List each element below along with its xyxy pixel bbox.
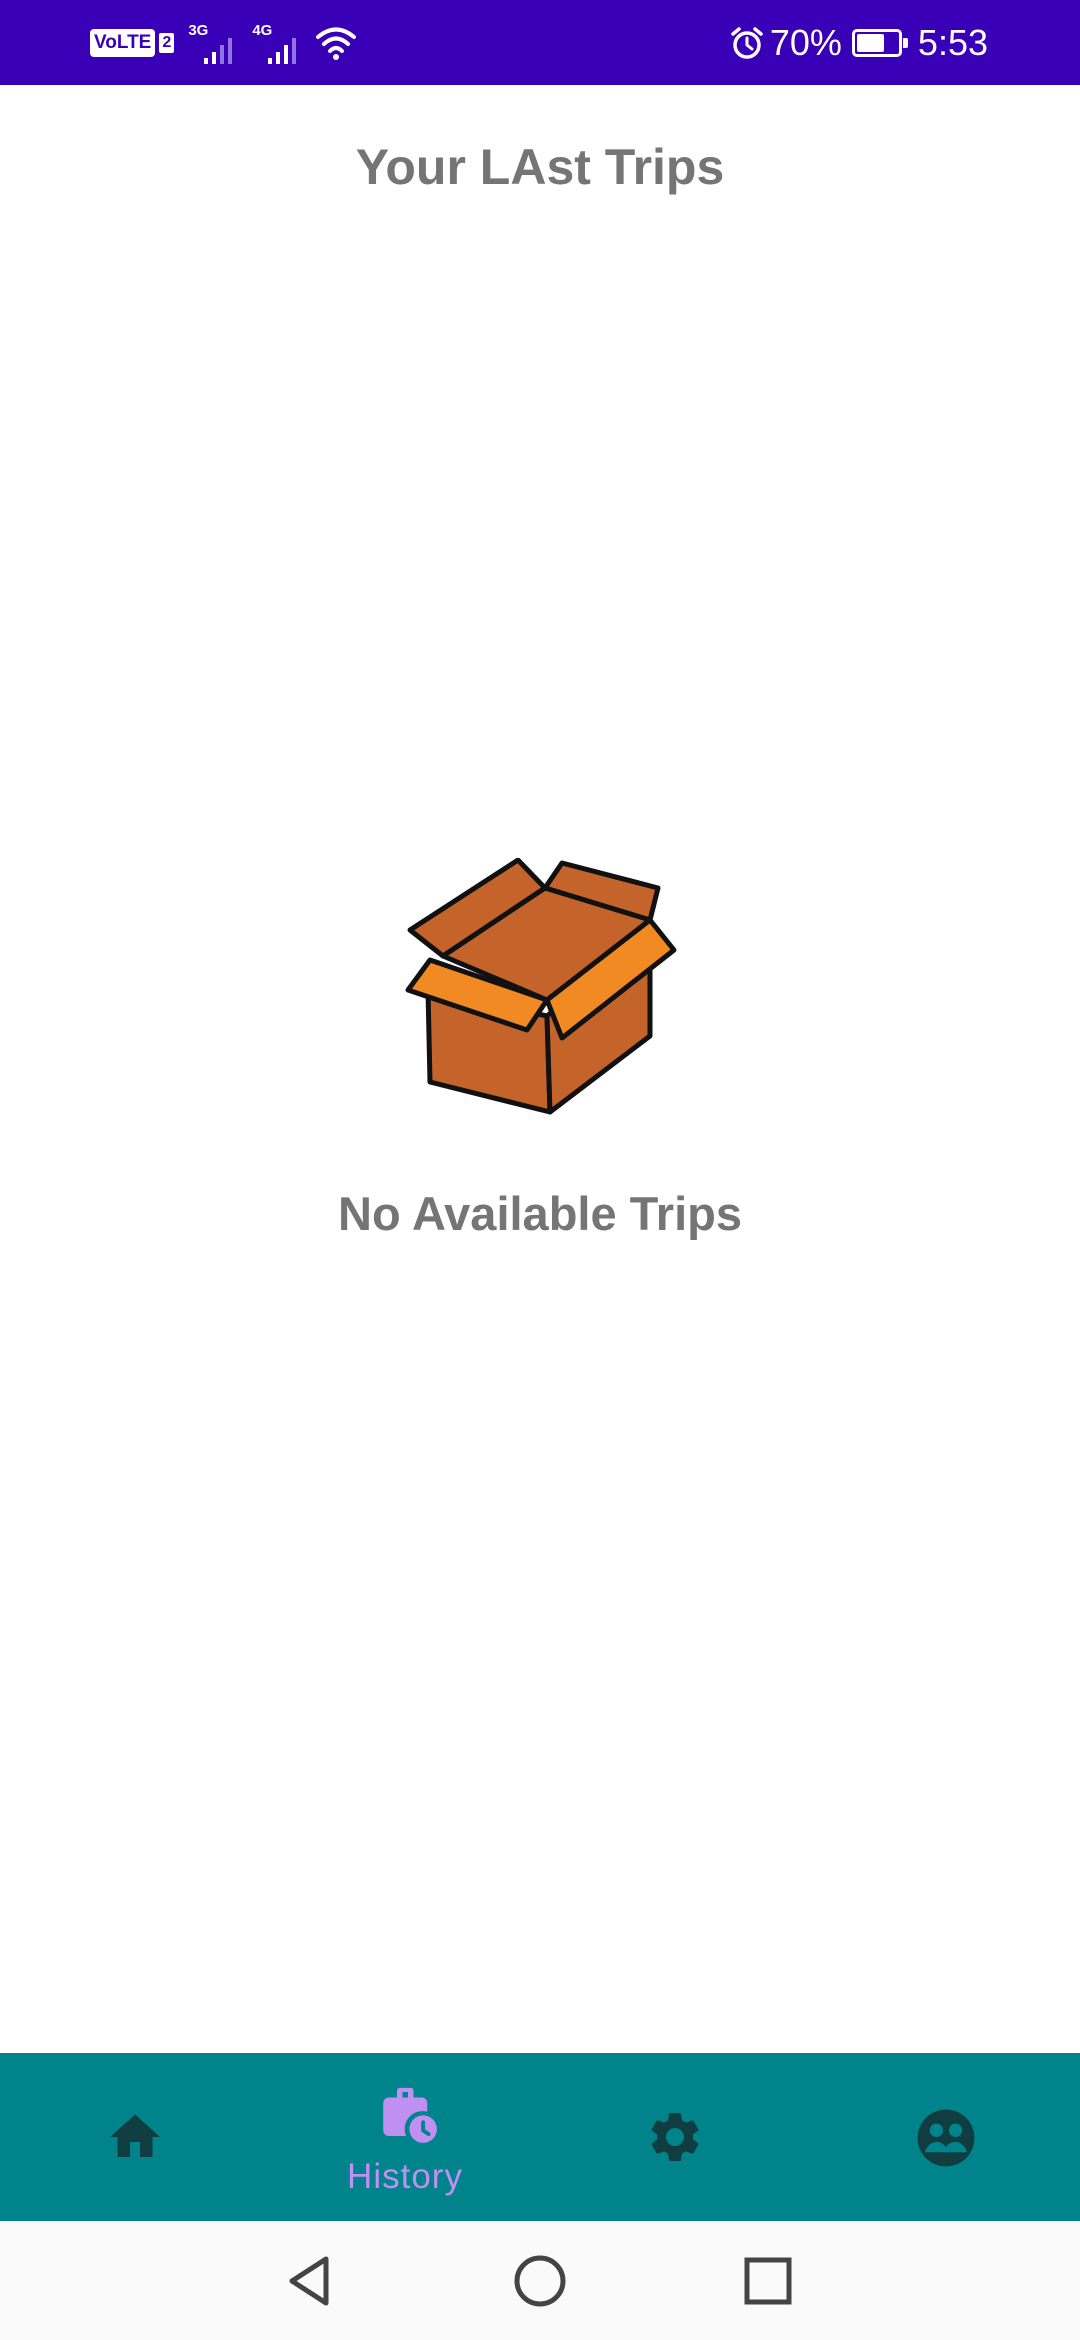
network-4g: 4G xyxy=(252,22,304,64)
recents-icon[interactable] xyxy=(738,2251,798,2311)
gear-icon xyxy=(651,2113,699,2161)
battery-percent: 70% xyxy=(769,22,842,63)
system-nav xyxy=(0,2221,1080,2340)
signal-icon xyxy=(268,38,297,64)
status-left: VoLTE 2 3G 4G xyxy=(90,22,357,64)
open-box-icon xyxy=(405,858,677,1115)
sim-badge: 2 xyxy=(159,33,175,53)
nav-item-history-label: History xyxy=(347,2157,463,2196)
nav-item-profile[interactable] xyxy=(810,2053,1080,2221)
status-bar: VoLTE 2 3G 4G 70% 5:53 xyxy=(0,0,1080,85)
network-3g: 3G xyxy=(188,22,240,64)
profile-icon xyxy=(917,2109,975,2167)
back-icon[interactable] xyxy=(280,2251,340,2311)
battery-nub xyxy=(902,38,908,48)
page-title: Your LAst Trips xyxy=(355,139,725,195)
alarm-icon xyxy=(731,27,763,59)
clock: 5:53 xyxy=(917,22,988,63)
bottom-nav: History xyxy=(0,2053,1080,2221)
volte-badge: VoLTE xyxy=(90,29,156,57)
battery-icon xyxy=(851,29,908,57)
signal-icon xyxy=(204,38,233,64)
screen: VoLTE 2 3G 4G 70% 5:53 Your LAst Trips N… xyxy=(0,0,1080,2340)
history-icon xyxy=(383,2087,437,2143)
home-icon xyxy=(110,2114,160,2157)
battery-fill xyxy=(856,34,884,52)
nav-item-settings[interactable] xyxy=(540,2053,810,2221)
empty-state-message: No Available Trips xyxy=(338,1187,742,1240)
nav-item-history[interactable]: History xyxy=(270,2053,540,2221)
wifi-icon xyxy=(316,27,357,60)
home-circle-icon[interactable] xyxy=(510,2251,570,2311)
nav-item-home[interactable] xyxy=(0,2053,270,2221)
status-right: 70% 5:53 xyxy=(730,18,988,68)
